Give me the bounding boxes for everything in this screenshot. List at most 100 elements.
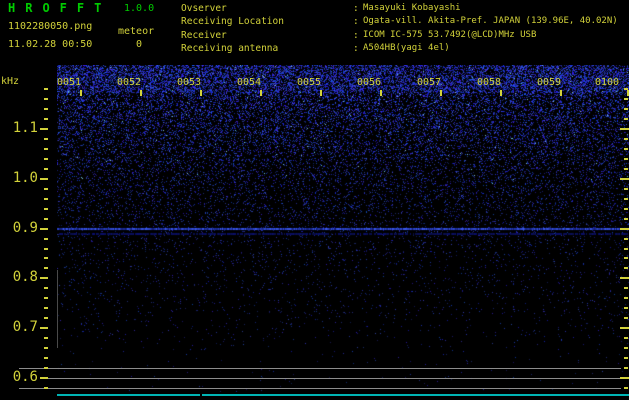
reference-line-middle <box>48 378 621 379</box>
freq-tick-major-left <box>40 177 48 180</box>
freq-tick-minor-right <box>624 257 628 260</box>
freq-tick-minor-right <box>624 157 628 160</box>
freq-tick-minor-left <box>44 386 48 389</box>
freq-tick-major-right <box>620 377 629 379</box>
freq-tick-major-right <box>620 227 629 230</box>
info-value: ICOM IC-575 53.7492(@LCD)MHz USB <box>363 29 537 40</box>
freq-tick-label: 0.7 <box>12 319 38 336</box>
hrofft-window: HROFFT 1.0.0 1102280050.png meteor 11.02… <box>0 0 629 400</box>
freq-tick-major-right <box>620 327 629 330</box>
frequency-axis-unit: kHz <box>1 76 20 87</box>
freq-tick-minor-right <box>624 108 628 111</box>
freq-tick-minor-left <box>44 237 48 240</box>
info-label: Ovserver <box>181 3 227 14</box>
freq-tick-major-left <box>40 327 48 330</box>
info-label: Receiver <box>181 29 227 41</box>
freq-tick-minor-left <box>44 247 48 250</box>
time-tick-label: 0052 <box>117 77 142 88</box>
freq-tick-minor-right <box>624 217 628 220</box>
spectrogram-canvas <box>57 65 629 392</box>
freq-tick-major-right <box>620 177 629 180</box>
time-tick-mark <box>260 90 262 96</box>
reference-line-lower <box>19 388 621 389</box>
info-row: Receiving antenna: A504HB(yagi 4el) <box>181 42 629 55</box>
freq-tick-major-left <box>40 277 48 280</box>
app-title: HROFFT <box>8 1 112 15</box>
info-row: Receiver: ICOM IC-575 53.7492(@LCD)MHz US… <box>181 29 629 42</box>
freq-tick-minor-left <box>44 287 48 290</box>
freq-tick-label: 1.0 <box>12 169 38 186</box>
info-label: Receiving Location <box>181 16 284 28</box>
info-value: Masayuki Kobayashi <box>363 3 461 13</box>
freq-tick-major-right <box>620 277 629 280</box>
freq-tick-minor-right <box>624 187 628 190</box>
time-tick-label: 0058 <box>477 77 502 88</box>
freq-tick-minor-right <box>624 317 628 320</box>
time-tick-label: 0059 <box>537 77 562 88</box>
output-filename: 1102280050.png <box>8 21 93 32</box>
time-tick-mark <box>80 90 82 96</box>
freq-tick-minor-left <box>44 207 48 210</box>
freq-tick-minor-left <box>44 357 48 360</box>
freq-tick-label: 0.6 <box>12 369 38 385</box>
freq-tick-minor-left <box>44 257 48 260</box>
datetime-label: 11.02.28 00:50 <box>8 39 93 50</box>
signal-level-line-gap <box>200 394 202 396</box>
freq-tick-minor-left <box>44 367 48 370</box>
freq-tick-minor-right <box>624 367 628 370</box>
freq-tick-major-right <box>620 128 629 130</box>
info-value: A504HB(yagi 4el) <box>363 43 450 54</box>
freq-tick-minor-left <box>44 108 48 111</box>
time-tick-label: 0100 <box>595 77 620 88</box>
freq-tick-minor-left <box>44 147 48 150</box>
freq-tick-minor-left <box>44 267 48 270</box>
freq-tick-minor-left <box>44 187 48 190</box>
echo-count: 0 <box>136 39 143 50</box>
freq-tick-minor-left <box>44 137 48 140</box>
freq-tick-minor-right <box>624 207 628 210</box>
freq-tick-minor-right <box>624 337 628 340</box>
time-tick-mark <box>500 90 502 96</box>
time-tick-mark <box>440 90 442 96</box>
info-colon: : <box>353 3 359 14</box>
signal-level-line <box>57 394 629 396</box>
plot-left-border-line <box>57 270 58 348</box>
freq-tick-minor-right <box>624 237 628 240</box>
time-tick-mark <box>140 90 142 96</box>
freq-tick-minor-right <box>624 287 628 290</box>
time-tick-label: 0055 <box>297 77 322 88</box>
freq-tick-major-left <box>40 377 48 379</box>
time-tick-mark <box>200 90 202 96</box>
time-tick-mark <box>380 90 382 96</box>
reference-line-upper <box>19 368 621 369</box>
freq-tick-minor-right <box>624 357 628 360</box>
time-tick-label: 0054 <box>237 77 262 88</box>
info-value: Ogata-vill. Akita-Pref. JAPAN (139.96E, … <box>363 16 618 27</box>
freq-tick-minor-left <box>44 88 48 91</box>
freq-tick-minor-right <box>624 347 628 350</box>
info-label: Receiving antenna <box>181 43 279 55</box>
time-tick-label: 0057 <box>417 77 442 88</box>
freq-tick-label: 0.8 <box>12 269 38 286</box>
info-row: Ovserver: Masayuki Kobayashi <box>181 2 629 15</box>
freq-tick-minor-right <box>624 307 628 310</box>
time-tick-label: 0056 <box>357 77 382 88</box>
freq-tick-minor-right <box>624 147 628 150</box>
mode-label: meteor <box>118 26 155 37</box>
freq-tick-minor-right <box>624 247 628 250</box>
freq-tick-label: 0.9 <box>12 219 38 236</box>
freq-tick-minor-left <box>44 347 48 350</box>
freq-tick-minor-left <box>44 217 48 220</box>
freq-tick-minor-left <box>44 167 48 170</box>
info-row: Receiving Location: Ogata-vill. Akita-Pre… <box>181 15 629 28</box>
freq-tick-minor-left <box>44 317 48 320</box>
time-tick-mark <box>560 90 562 96</box>
time-tick-label: 0053 <box>177 77 202 88</box>
time-tick-label: 0051 <box>57 77 82 88</box>
app-version: 1.0.0 <box>124 3 155 14</box>
time-tick-mark <box>320 90 322 96</box>
info-colon: : <box>353 43 359 55</box>
info-colon: : <box>353 29 359 41</box>
freq-tick-minor-right <box>624 297 628 300</box>
freq-tick-minor-left <box>44 157 48 160</box>
